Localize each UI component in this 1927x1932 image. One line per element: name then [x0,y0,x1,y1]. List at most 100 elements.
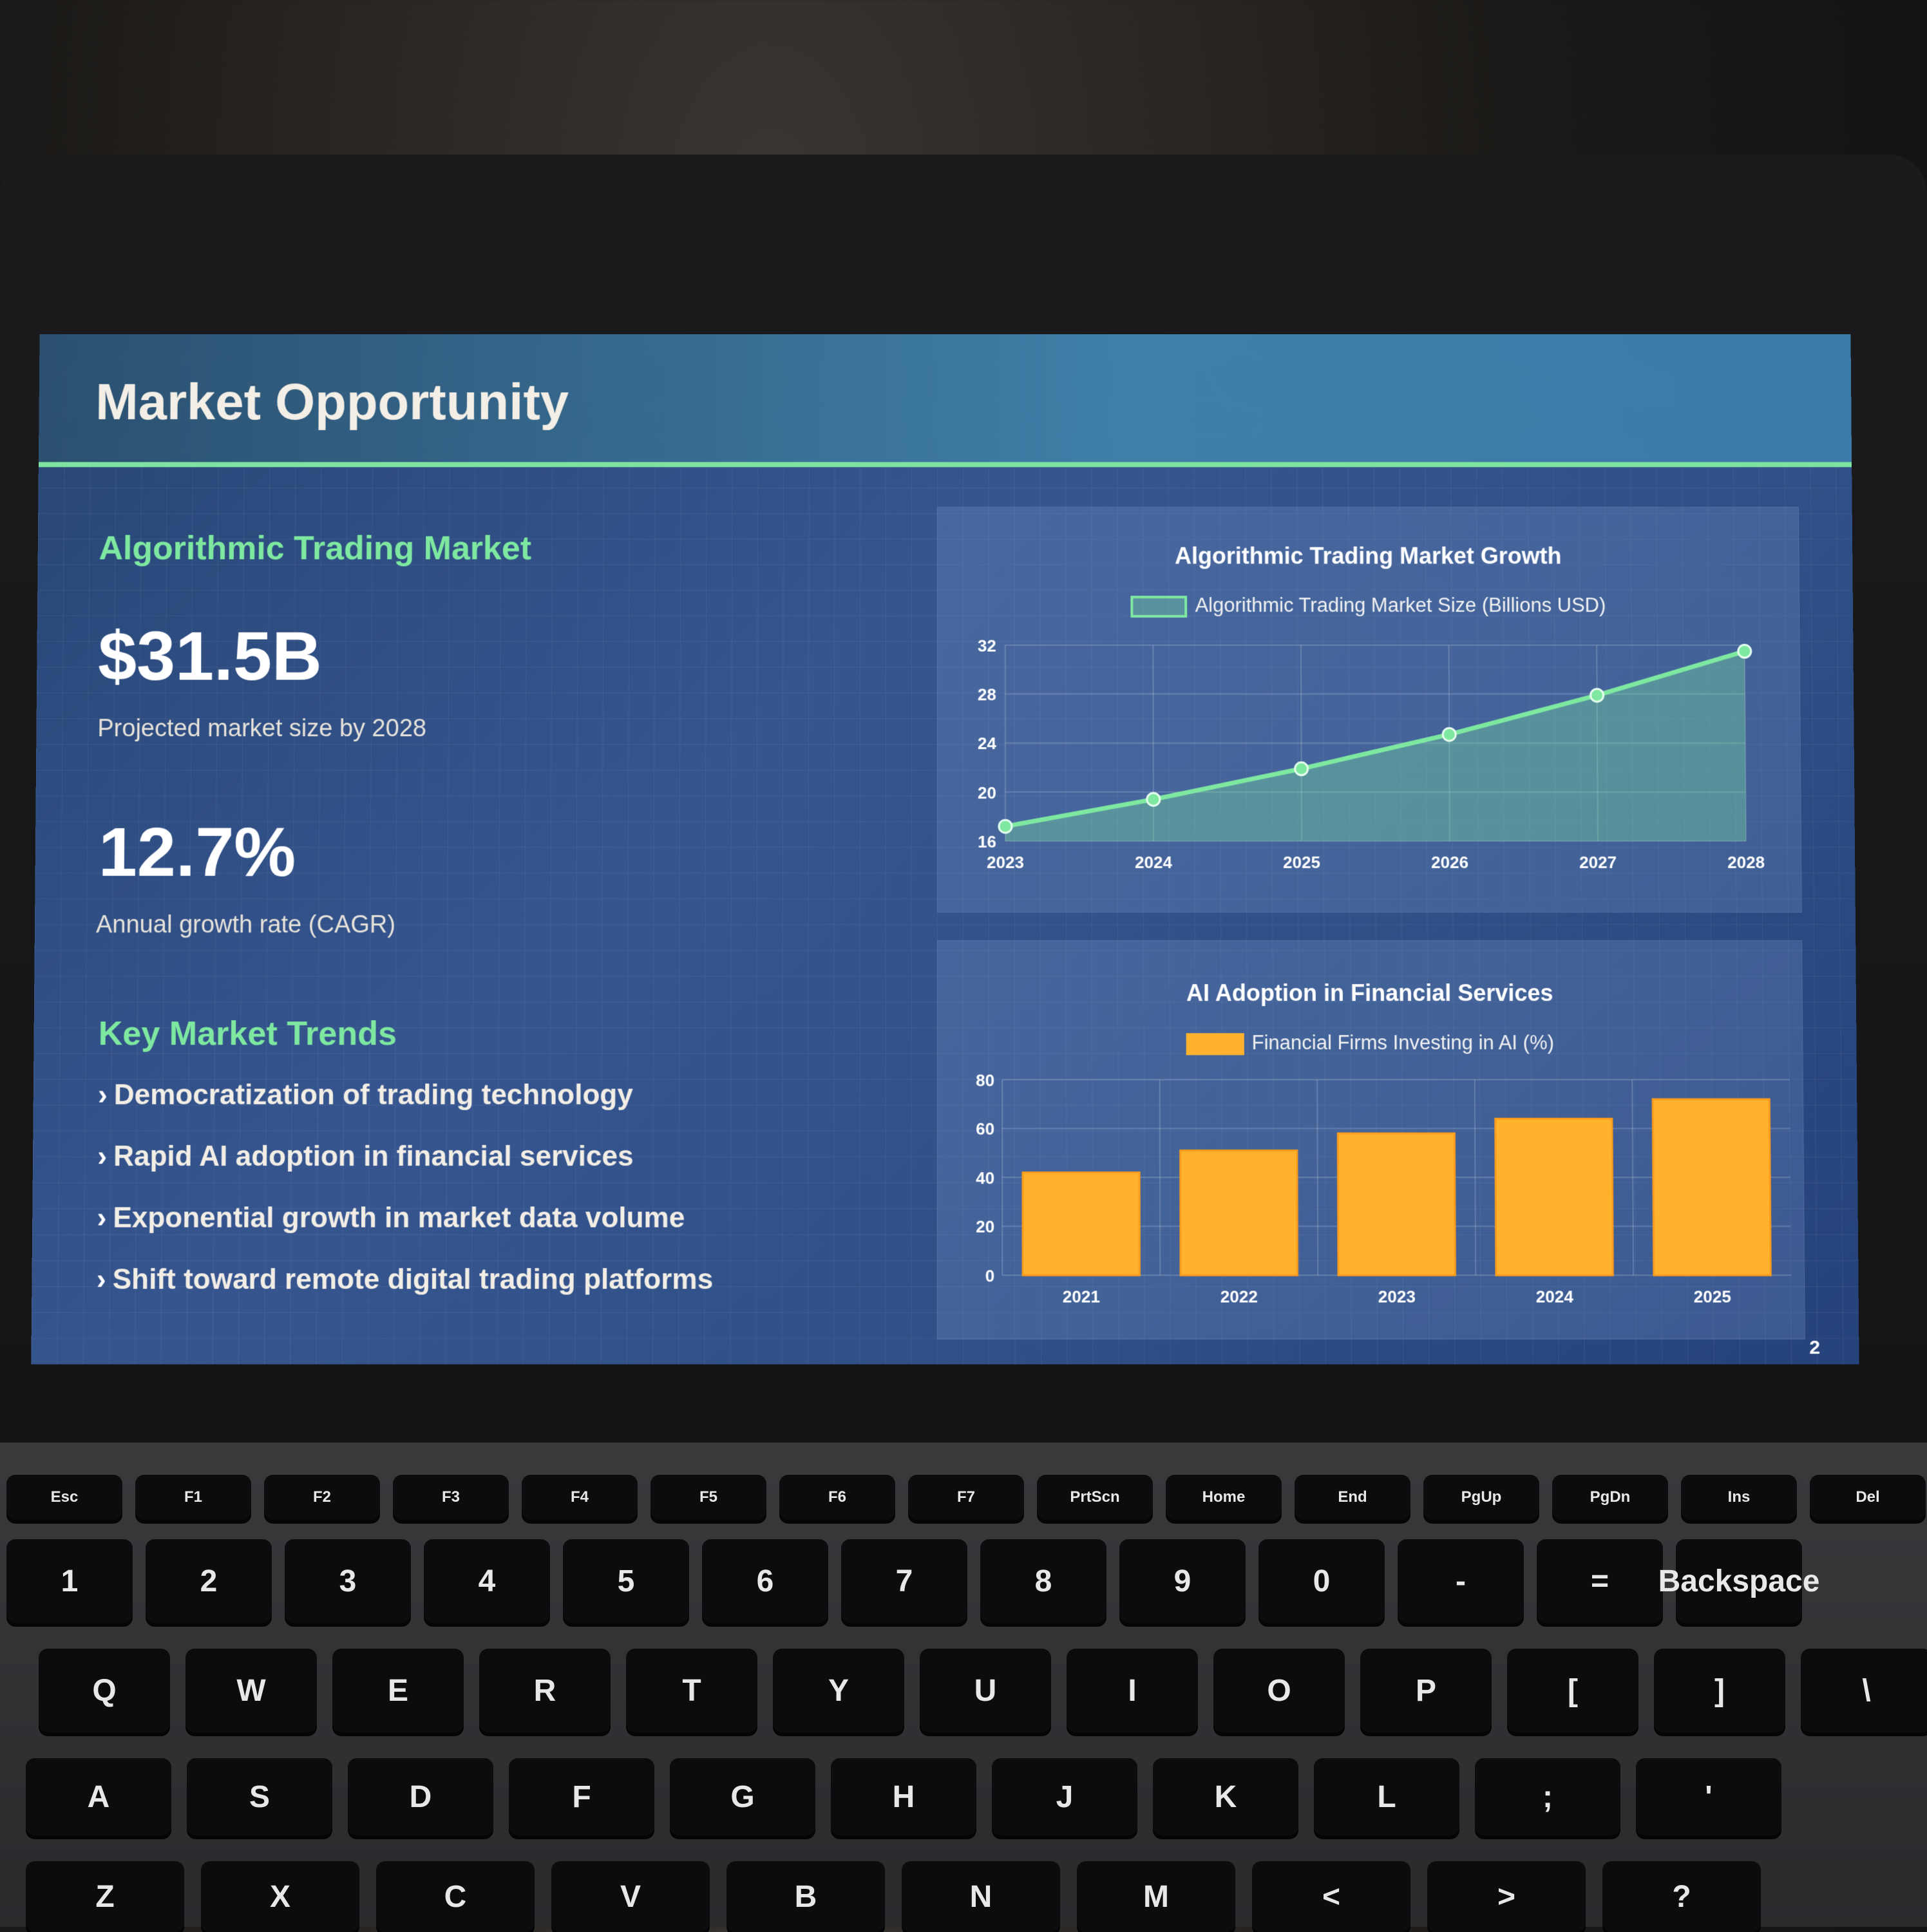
key-[interactable]: [ [1507,1649,1638,1732]
key-r[interactable]: R [479,1649,611,1732]
y-tick-label: 80 [976,1072,994,1090]
bar [1338,1133,1455,1275]
data-point [1295,762,1308,775]
key-a[interactable]: A [26,1758,171,1835]
bar-chart-panel: AI Adoption in Financial Services Financ… [937,940,1805,1340]
key-ins[interactable]: Ins [1681,1475,1797,1520]
x-tick-label: 2026 [1431,854,1468,872]
key-del[interactable]: Del [1810,1475,1926,1520]
key-f7[interactable]: F7 [908,1475,1024,1520]
key-s[interactable]: S [187,1758,332,1835]
key-[interactable]: ' [1636,1758,1781,1835]
x-tick-label: 2023 [987,854,1024,872]
key-f[interactable]: F [509,1758,654,1835]
chevron-right-icon: › [98,1079,108,1111]
y-tick-label: 24 [978,735,996,753]
trend-text: Exponential growth in market data volume [113,1202,685,1233]
key-b[interactable]: B [726,1861,885,1932]
key-q[interactable]: Q [39,1649,170,1732]
trend-item: ›Democratization of trading technology [98,1079,633,1112]
data-point [1738,645,1751,658]
x-tick-label: 2027 [1579,854,1617,872]
key-[interactable]: ] [1654,1649,1785,1732]
key-g[interactable]: G [670,1758,815,1835]
key-i[interactable]: I [1067,1649,1198,1732]
y-tick-label: 28 [978,687,996,705]
key-d[interactable]: D [348,1758,493,1835]
key-prtscn[interactable]: PrtScn [1037,1475,1153,1520]
key-[interactable]: > [1427,1861,1586,1932]
key-w[interactable]: W [185,1649,317,1732]
y-tick-label: 32 [978,638,996,656]
x-tick-label: 2023 [1378,1288,1416,1306]
key-home[interactable]: Home [1166,1475,1282,1520]
key-c[interactable]: C [376,1861,535,1932]
grid-line [1317,1080,1318,1276]
market-size-caption: Projected market size by 2028 [97,715,426,743]
key-5[interactable]: 5 [563,1539,689,1623]
key-p[interactable]: P [1360,1649,1492,1732]
key-8[interactable]: 8 [980,1539,1106,1623]
data-point [1147,793,1160,806]
key-1[interactable]: 1 [6,1539,133,1623]
key-l[interactable]: L [1314,1758,1459,1835]
key-f2[interactable]: F2 [264,1475,380,1520]
key-4[interactable]: 4 [424,1539,550,1623]
key-[interactable]: < [1252,1861,1410,1932]
key-0[interactable]: 0 [1258,1539,1385,1623]
key-n[interactable]: N [902,1861,1060,1932]
keyboard: EscF1F2F3F4F5F6F7PrtScnHomeEndPgUpPgDnIn… [0,1443,1927,1927]
key-m[interactable]: M [1077,1861,1235,1932]
key-[interactable]: ; [1475,1758,1620,1835]
y-tick-label: 20 [976,1218,994,1236]
key-h[interactable]: H [831,1758,976,1835]
key-f4[interactable]: F4 [522,1475,638,1520]
market-heading: Algorithmic Trading Market [99,529,531,568]
y-tick-label: 60 [976,1121,994,1139]
key-pgup[interactable]: PgUp [1423,1475,1539,1520]
key-6[interactable]: 6 [702,1539,828,1623]
x-tick-label: 2021 [1063,1288,1100,1306]
trend-item: ›Exponential growth in market data volum… [97,1202,685,1234]
trend-item: ›Shift toward remote digital trading pla… [97,1264,714,1296]
key-f6[interactable]: F6 [779,1475,895,1520]
key-o[interactable]: O [1213,1649,1345,1732]
key-backspace[interactable]: Backspace [1676,1539,1802,1623]
key-[interactable]: - [1398,1539,1524,1623]
x-tick-label: 2028 [1727,854,1765,872]
key-z[interactable]: Z [26,1861,184,1932]
key-esc[interactable]: Esc [6,1475,122,1520]
key-end[interactable]: End [1295,1475,1410,1520]
area-fill [1005,651,1746,841]
key-j[interactable]: J [992,1758,1137,1835]
key-x[interactable]: X [201,1861,359,1932]
key-t[interactable]: T [626,1649,757,1732]
key-3[interactable]: 3 [285,1539,411,1623]
key-7[interactable]: 7 [841,1539,967,1623]
bar [1495,1119,1613,1275]
key-[interactable]: = [1537,1539,1663,1623]
key-v[interactable]: V [551,1861,710,1932]
x-tick-label: 2024 [1536,1288,1574,1306]
grid-line [1160,1080,1161,1276]
key-2[interactable]: 2 [146,1539,272,1623]
key-y[interactable]: Y [773,1649,904,1732]
data-point [1443,728,1456,741]
key-f3[interactable]: F3 [393,1475,509,1520]
key-k[interactable]: K [1153,1758,1298,1835]
key-f1[interactable]: F1 [135,1475,251,1520]
trend-text: Democratization of trading technology [114,1079,633,1111]
key-u[interactable]: U [920,1649,1051,1732]
page-number: 2 [1809,1337,1820,1359]
y-tick-label: 16 [978,833,996,851]
chevron-right-icon: › [97,1141,107,1172]
x-tick-label: 2025 [1283,854,1320,872]
key-[interactable]: ? [1602,1861,1761,1932]
slide-screen: Market Opportunity Algorithmic Trading M… [31,334,1859,1364]
key-e[interactable]: E [332,1649,464,1732]
bar [1181,1150,1298,1275]
key-[interactable]: \ [1801,1649,1927,1732]
key-9[interactable]: 9 [1119,1539,1246,1623]
key-pgdn[interactable]: PgDn [1552,1475,1668,1520]
key-f5[interactable]: F5 [650,1475,766,1520]
